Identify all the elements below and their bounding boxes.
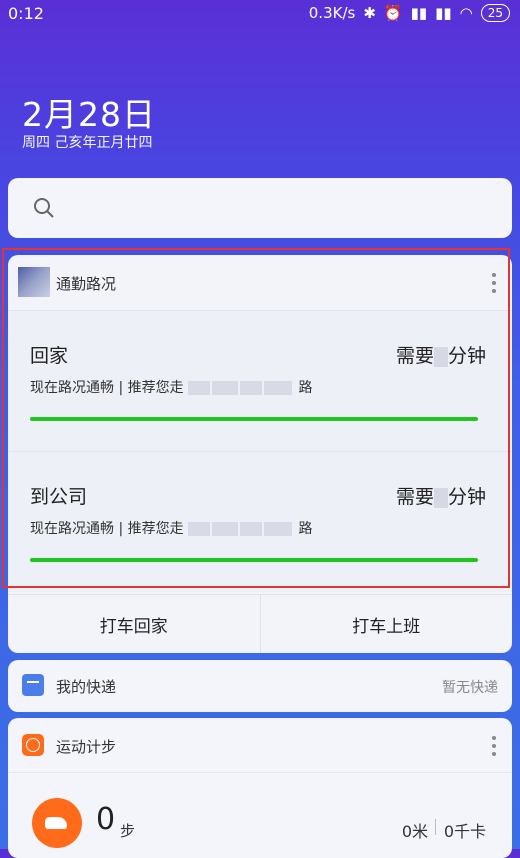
traffic-status-bar <box>30 417 478 421</box>
date-main: 2月28日 <box>22 95 156 134</box>
more-options-icon[interactable] <box>492 273 496 293</box>
express-title: 我的快递 <box>56 678 117 696</box>
divider <box>8 772 512 773</box>
status-time: 0:12 <box>8 4 44 23</box>
date-lunar: 周四 己亥年正月廿四 <box>22 135 153 151</box>
route-description: 现在路况通畅 | 推荐您走 路 <box>30 521 313 537</box>
more-options-icon[interactable] <box>492 736 496 756</box>
route-duration: 需要 分钟 <box>395 345 486 367</box>
taxi-buttons: 打车回家 打车上班 <box>8 594 512 653</box>
express-status: 暂无快递 <box>442 680 498 696</box>
signal-icon-2: ▮▮ <box>435 4 452 22</box>
route-destination: 回家 <box>30 345 69 367</box>
network-speed: 0.3K/s <box>308 4 356 22</box>
separator <box>435 819 436 835</box>
commute-card: 通勤路况 回家 需要 分钟 现在路况通畅 | 推荐您走 路 到公司 需要 分钟 现在… <box>8 255 512 653</box>
taxi-work-button[interactable]: 打车上班 <box>259 595 513 653</box>
step-counter-icon <box>22 734 44 756</box>
steps-title: 运动计步 <box>56 738 117 756</box>
route-destination: 到公司 <box>30 486 88 508</box>
route-work[interactable]: 到公司 需要 分钟 现在路况通畅 | 推荐您走 路 <box>8 451 512 592</box>
shoe-icon <box>32 798 82 848</box>
traffic-status-bar <box>30 558 478 562</box>
step-count: 0 <box>96 802 116 837</box>
status-icons: 0.3K/s ✱ ⏰ ▮▮ ▮▮ ◠ 25 <box>309 4 510 22</box>
step-counter-card[interactable]: 运动计步 0 步 0米 0千卡 <box>8 718 512 858</box>
commute-header: 通勤路况 <box>8 255 512 310</box>
route-home[interactable]: 回家 需要 分钟 现在路况通畅 | 推荐您走 路 <box>8 310 512 451</box>
battery-indicator: 25 <box>480 4 510 22</box>
route-description: 现在路况通畅 | 推荐您走 路 <box>30 380 313 396</box>
search-bar[interactable] <box>8 178 512 238</box>
search-icon <box>34 198 54 218</box>
taxi-home-button[interactable]: 打车回家 <box>8 595 260 653</box>
alarm-icon: ⏰ <box>383 4 403 22</box>
commute-title: 通勤路况 <box>56 275 117 293</box>
commute-map-thumbnail <box>18 267 50 297</box>
status-bar: 0:12 0.3K/s ✱ ⏰ ▮▮ ▮▮ ◠ 25 <box>0 0 520 28</box>
express-card[interactable]: 我的快递 暂无快递 <box>8 660 512 712</box>
wifi-icon: ◠ <box>459 4 473 22</box>
signal-icon: ▮▮ <box>410 4 428 22</box>
step-unit: 步 <box>120 822 136 840</box>
calories-value: 0千卡 <box>443 822 486 841</box>
bluetooth-icon: ✱ <box>363 4 376 22</box>
distance-value: 0米 <box>401 822 428 841</box>
package-icon <box>22 674 44 696</box>
route-duration: 需要 分钟 <box>395 486 486 508</box>
